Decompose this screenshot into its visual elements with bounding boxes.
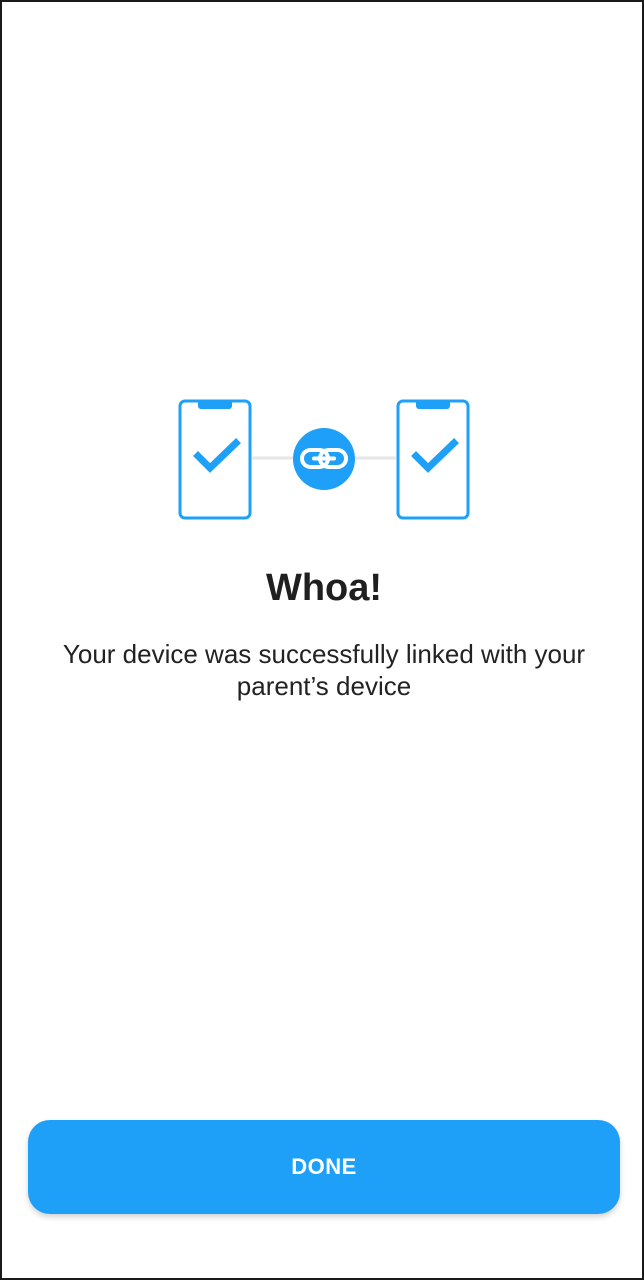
linked-devices-illustration <box>178 399 470 520</box>
right-phone-check-icon <box>396 399 470 520</box>
success-message: Your device was successfully linked with… <box>62 639 586 701</box>
done-button[interactable]: DONE <box>28 1120 620 1214</box>
success-title: Whoa! <box>265 567 383 609</box>
link-icon <box>293 428 355 490</box>
left-phone-check-icon <box>178 399 252 520</box>
link-success-screen: Whoa! Your device was successfully linke… <box>0 0 644 1280</box>
